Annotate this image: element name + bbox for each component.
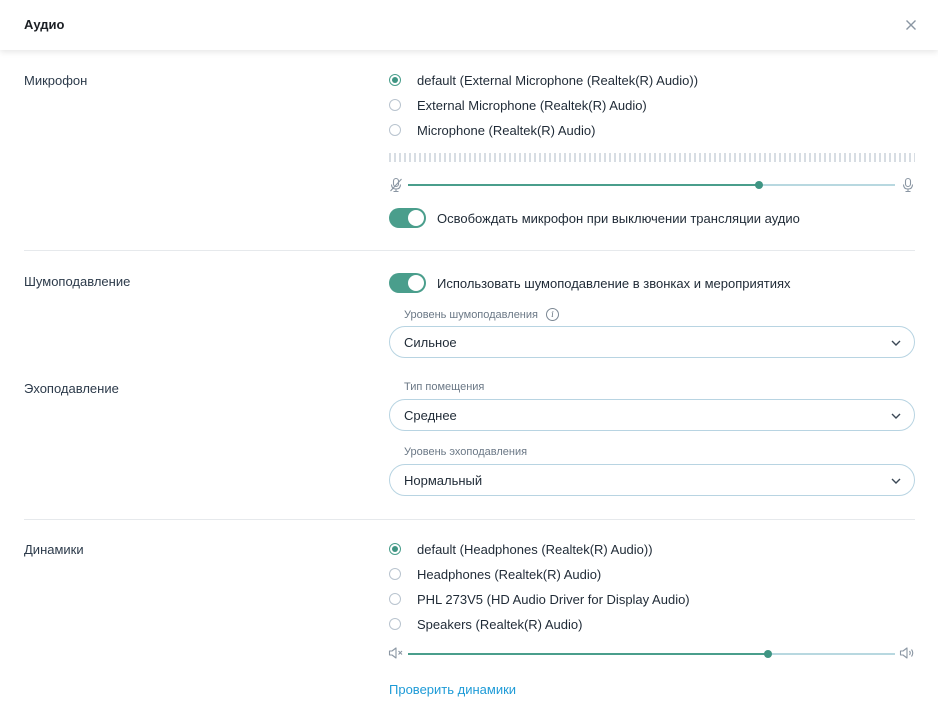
noise-level-label: Уровень шумоподавления	[404, 308, 538, 321]
chevron-down-icon	[891, 340, 901, 346]
noise-level-select[interactable]: Сильное	[389, 326, 915, 358]
speaker-option-label: Headphones (Realtek(R) Audio)	[417, 566, 602, 582]
info-icon[interactable]: i	[545, 308, 559, 321]
echo-level-label: Уровень эхоподавления	[404, 446, 528, 458]
mic-volume-thumb[interactable]	[755, 181, 763, 189]
room-type-select[interactable]: Среднее	[389, 399, 915, 431]
mic-option-label: External Microphone (Realtek(R) Audio)	[417, 97, 647, 113]
mic-volume-fill	[408, 184, 759, 186]
mic-option-1[interactable]: External Microphone (Realtek(R) Audio)	[389, 95, 647, 115]
radio-button[interactable]	[389, 593, 401, 605]
noise-toggle-label: Использовать шумоподавление в звонках и …	[437, 275, 791, 291]
mic-option-label: Microphone (Realtek(R) Audio)	[417, 122, 596, 138]
speaker-icon	[899, 647, 914, 659]
section-divider	[24, 250, 915, 251]
echo-level-select[interactable]: Нормальный	[389, 464, 915, 496]
speaker-option-0[interactable]: default (Headphones (Realtek(R) Audio))	[389, 539, 653, 559]
speaker-volume-slider[interactable]	[408, 650, 895, 658]
speaker-option-1[interactable]: Headphones (Realtek(R) Audio)	[389, 564, 601, 584]
chevron-down-icon	[891, 478, 901, 484]
close-button[interactable]	[902, 16, 920, 34]
echo-section-label: Эхоподавление	[24, 381, 119, 396]
speaker-option-label: default (Headphones (Realtek(R) Audio))	[417, 541, 653, 557]
speaker-option-2[interactable]: PHL 273V5 (HD Audio Driver for Display A…	[389, 589, 690, 609]
speaker-muted-icon	[388, 647, 403, 659]
noise-level-value: Сильное	[404, 335, 457, 350]
dialog-header: Аудио	[0, 0, 938, 50]
noise-toggle-row: Использовать шумоподавление в звонках и …	[389, 273, 791, 293]
test-speakers-link[interactable]: Проверить динамики	[389, 682, 516, 697]
echo-level-value: Нормальный	[404, 473, 483, 488]
radio-button[interactable]	[389, 543, 401, 555]
echo-level-field-label: Уровень эхоподавления	[404, 446, 527, 458]
chevron-down-icon	[891, 413, 901, 419]
speaker-volume-fill	[408, 653, 768, 655]
mic-level-meter	[389, 153, 915, 162]
noise-level-field-label: Уровень шумоподавления i	[404, 308, 559, 321]
speaker-option-label: PHL 273V5 (HD Audio Driver for Display A…	[417, 591, 690, 607]
radio-button[interactable]	[389, 74, 401, 86]
mic-muted-icon	[390, 177, 402, 193]
close-icon	[906, 20, 916, 30]
room-type-value: Среднее	[404, 408, 457, 423]
speaker-option-3[interactable]: Speakers (Realtek(R) Audio)	[389, 614, 582, 634]
speakers-section-label: Динамики	[24, 542, 84, 557]
mic-release-toggle[interactable]	[389, 208, 426, 228]
section-divider	[24, 519, 915, 520]
radio-button[interactable]	[389, 618, 401, 630]
dialog-title: Аудио	[24, 17, 65, 32]
mic-option-0[interactable]: default (External Microphone (Realtek(R)…	[389, 70, 698, 90]
mic-icon	[902, 177, 914, 193]
mic-release-toggle-label: Освобождать микрофон при выключении тран…	[437, 210, 800, 226]
noise-section-label: Шумоподавление	[24, 274, 131, 289]
room-type-label: Тип помещения	[404, 381, 485, 393]
noise-suppression-toggle[interactable]	[389, 273, 426, 293]
radio-button[interactable]	[389, 568, 401, 580]
mic-option-label: default (External Microphone (Realtek(R)…	[417, 72, 699, 88]
speaker-option-label: Speakers (Realtek(R) Audio)	[417, 616, 583, 632]
speaker-volume-thumb[interactable]	[764, 650, 772, 658]
radio-button[interactable]	[389, 99, 401, 111]
mic-option-2[interactable]: Microphone (Realtek(R) Audio)	[389, 120, 595, 140]
mic-volume-slider[interactable]	[408, 181, 895, 189]
room-type-field-label: Тип помещения	[404, 381, 484, 393]
microphone-section-label: Микрофон	[24, 73, 88, 88]
radio-button[interactable]	[389, 124, 401, 136]
mic-release-toggle-row: Освобождать микрофон при выключении тран…	[389, 208, 800, 228]
